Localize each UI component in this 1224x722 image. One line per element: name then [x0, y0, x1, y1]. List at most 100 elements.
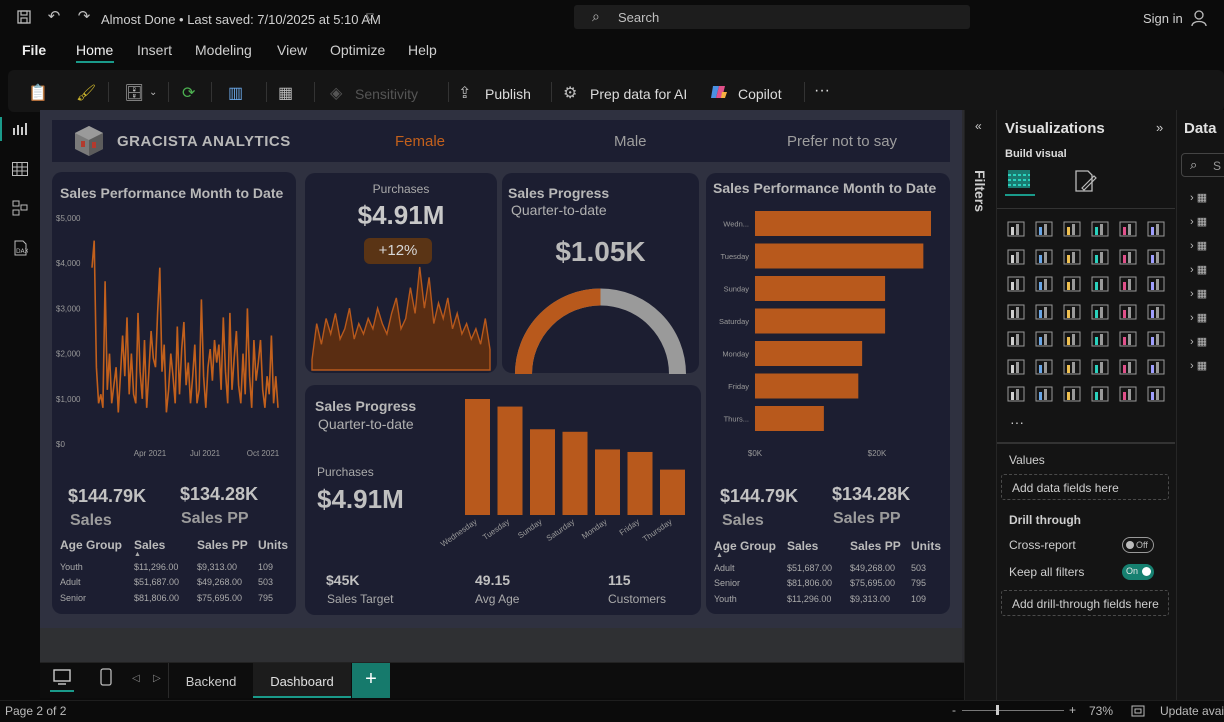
data-table-item[interactable]: › ▦: [1190, 311, 1207, 324]
publish-button[interactable]: Publish: [485, 86, 531, 102]
line-chart[interactable]: $5,000 $4,000 $3,000 $2,000 $1,000 $0 Apr 202…: [52, 200, 296, 470]
line-icon[interactable]: [1007, 249, 1025, 265]
slicer-female[interactable]: Female: [395, 133, 445, 150]
table-header[interactable]: Sales PP: [197, 538, 248, 552]
table-view-icon[interactable]: [12, 162, 30, 178]
r-visual-icon[interactable]: [1147, 331, 1165, 347]
search-input[interactable]: ⌕ Search: [574, 5, 970, 29]
undo-icon[interactable]: ↶: [46, 9, 62, 25]
table-icon[interactable]: [1091, 331, 1109, 347]
diamond-icon[interactable]: [1119, 386, 1137, 402]
slicer-prefer-not-to-say[interactable]: Prefer not to say: [787, 133, 897, 150]
update-available-link[interactable]: Update avai: [1160, 704, 1224, 718]
add-page-button[interactable]: +: [352, 663, 390, 698]
gauge-chart[interactable]: [502, 280, 699, 374]
menu-modeling[interactable]: Modeling: [195, 42, 252, 58]
donut-icon[interactable]: [1147, 276, 1165, 292]
format-visual-icon[interactable]: [1072, 168, 1098, 199]
paste-icon[interactable]: 📋: [28, 83, 48, 103]
menu-help[interactable]: Help: [408, 42, 437, 58]
keep-filters-toggle[interactable]: On: [1122, 564, 1154, 580]
copilot-icon[interactable]: [710, 84, 728, 105]
bar-saturday[interactable]: [562, 431, 588, 515]
publish-icon[interactable]: ⇪: [458, 83, 471, 103]
prev-page-icon[interactable]: ◁: [132, 673, 140, 684]
chevron-down-icon[interactable]: ▽: [362, 10, 378, 26]
refresh-icon[interactable]: ⟳: [182, 83, 195, 103]
data-table-item[interactable]: › ▦: [1190, 263, 1207, 276]
bar-friday[interactable]: [627, 451, 653, 515]
more-visuals-button[interactable]: ···: [1010, 414, 1024, 430]
purchases-area-chart[interactable]: [305, 262, 497, 372]
menu-view[interactable]: View: [277, 42, 307, 58]
table-header[interactable]: Units: [258, 538, 288, 552]
bar-thursday[interactable]: [660, 469, 685, 515]
area-icon[interactable]: [1035, 249, 1053, 265]
hbar-1[interactable]: [755, 243, 924, 269]
slicer-male[interactable]: Male: [614, 133, 647, 150]
hbar-0[interactable]: [755, 211, 931, 236]
desktop-layout-icon[interactable]: [52, 667, 72, 692]
table-header[interactable]: Units: [911, 539, 941, 553]
avatar-icon[interactable]: [1189, 8, 1209, 33]
kpi-icon[interactable]: [1035, 331, 1053, 347]
format-painter-icon[interactable]: 🖌: [76, 83, 96, 103]
save-icon[interactable]: [16, 9, 32, 25]
collapse-chevron-icon[interactable]: «: [975, 119, 982, 133]
get-data-icon[interactable]: 🗄: [124, 83, 144, 103]
data-table-item[interactable]: › ▦: [1190, 335, 1207, 348]
key-influencers-icon[interactable]: [1035, 359, 1053, 375]
table-header[interactable]: Age Group: [60, 538, 122, 552]
power-automate-icon[interactable]: [1063, 386, 1081, 402]
table-header[interactable]: Sales PP: [850, 539, 901, 553]
line-clustered-icon[interactable]: [1147, 249, 1165, 265]
data-table-item[interactable]: › ▦: [1190, 359, 1207, 372]
stacked-bar-icon[interactable]: [1007, 221, 1025, 237]
scatter-icon[interactable]: [1091, 276, 1109, 292]
filled-map-icon[interactable]: [1063, 304, 1081, 320]
hbar-3[interactable]: [755, 308, 886, 334]
100-area-icon[interactable]: [1091, 249, 1109, 265]
zoom-slider[interactable]: [962, 710, 1064, 711]
model-view-icon[interactable]: [12, 200, 30, 216]
menu-file[interactable]: File: [22, 42, 46, 58]
python-visual-icon[interactable]: [1007, 359, 1025, 375]
clustered-column-icon[interactable]: [1091, 221, 1109, 237]
paginated-icon[interactable]: [1007, 386, 1025, 402]
zoom-out-button[interactable]: -: [952, 703, 956, 717]
chevron-down-icon[interactable]: ⌄: [149, 87, 157, 98]
data-table-item[interactable]: › ▦: [1190, 215, 1207, 228]
clustered-bar-icon[interactable]: [1063, 221, 1081, 237]
expand-chevron-icon[interactable]: »: [1156, 120, 1163, 135]
data-search-input[interactable]: ⌕ S: [1181, 153, 1224, 177]
cross-report-toggle[interactable]: Off: [1122, 537, 1154, 553]
zoom-slider-thumb[interactable]: [996, 705, 999, 715]
arcgis-icon[interactable]: [1147, 386, 1165, 402]
bar-sunday[interactable]: [530, 429, 555, 515]
drill-through-field-well[interactable]: Add drill-through fields here: [1001, 590, 1169, 616]
stacked-column-icon[interactable]: [1035, 221, 1053, 237]
menu-optimize[interactable]: Optimize: [330, 42, 385, 58]
menu-home[interactable]: Home: [76, 42, 113, 58]
weekday-bar-chart[interactable]: Wednesday Tuesday Sunday Saturday Monday Frid…: [430, 395, 700, 565]
calculator-icon[interactable]: ▦: [278, 83, 293, 103]
prep-data-button[interactable]: Prep data for AI: [590, 86, 687, 102]
hbar-chart[interactable]: Wedn... Tuesday Sunday Saturday Monday Friday…: [706, 200, 950, 465]
line-column-icon[interactable]: [1119, 249, 1137, 265]
table-header[interactable]: Sales: [787, 539, 818, 553]
bar-tuesday[interactable]: [497, 406, 523, 515]
mobile-layout-icon[interactable]: [100, 668, 112, 691]
azure-map-icon[interactable]: [1091, 304, 1109, 320]
pie-icon[interactable]: [1119, 276, 1137, 292]
data-table-item[interactable]: › ▦: [1190, 287, 1207, 300]
card-icon[interactable]: [1147, 304, 1165, 320]
tab-dashboard[interactable]: Dashboard: [253, 663, 351, 698]
fit-to-page-icon[interactable]: [1131, 704, 1145, 722]
ribbon-icon[interactable]: [1007, 276, 1025, 292]
funnel-icon[interactable]: [1063, 276, 1081, 292]
hbar-5[interactable]: [755, 373, 859, 399]
narrative-icon[interactable]: [1119, 359, 1137, 375]
bar-wednesday[interactable]: [465, 399, 490, 515]
prep-data-icon[interactable]: ⚙: [563, 83, 577, 103]
power-apps-icon[interactable]: [1035, 386, 1053, 402]
